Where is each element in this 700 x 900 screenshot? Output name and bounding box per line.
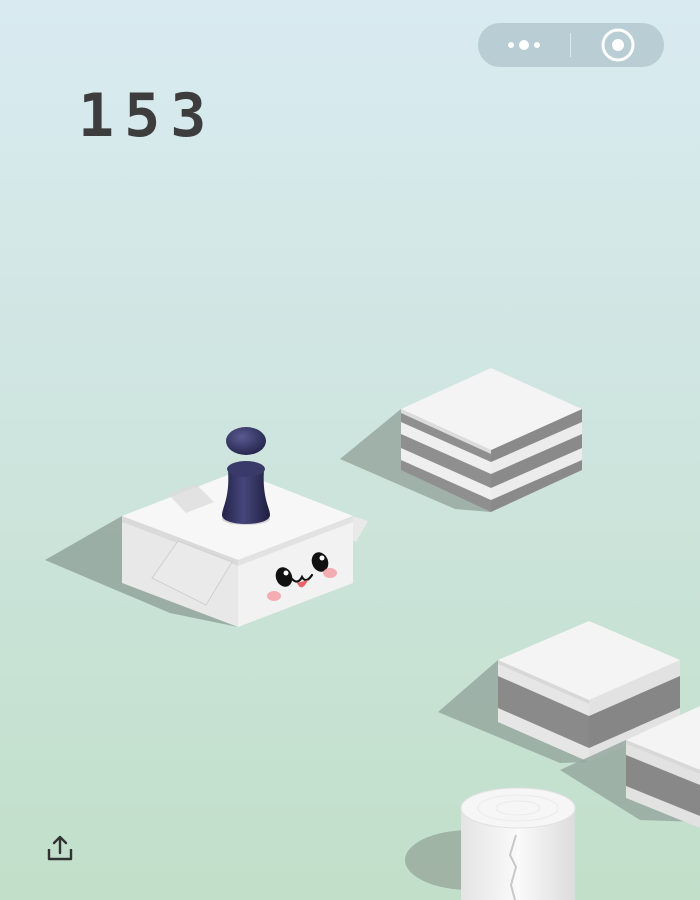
score-counter: 153 <box>78 81 217 151</box>
current-platform-block <box>45 471 368 627</box>
more-dots-icon <box>508 40 540 50</box>
striped-platform-block <box>340 368 582 512</box>
close-button[interactable] <box>571 23 663 67</box>
block-face-blush <box>267 591 281 601</box>
mini-program-capsule <box>478 23 664 67</box>
more-button[interactable] <box>478 23 570 67</box>
player-body <box>222 470 270 524</box>
target-circle-icon <box>601 28 635 62</box>
game-scene[interactable]: 153 <box>0 0 700 900</box>
share-upload-icon <box>47 835 73 861</box>
player-head <box>226 427 266 455</box>
block-face-blush <box>323 568 337 578</box>
cylinder-platform <box>405 787 576 900</box>
player-piece <box>222 427 270 525</box>
share-button[interactable] <box>44 833 76 865</box>
